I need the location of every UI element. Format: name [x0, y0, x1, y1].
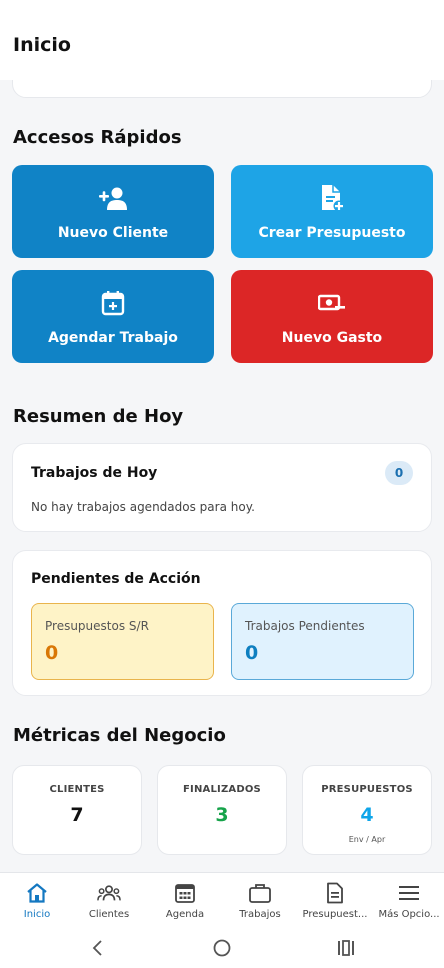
metric-finished-label: FINALIZADOS [183, 784, 261, 795]
metric-clients: CLIENTES 7 [12, 765, 142, 855]
pending-actions-card: Pendientes de Acción Presupuestos S/R 0 … [12, 550, 432, 696]
home-icon [25, 881, 49, 905]
briefcase-icon [248, 881, 272, 905]
metric-clients-label: CLIENTES [49, 784, 105, 795]
pending-jobs-box[interactable]: Trabajos Pendientes 0 [231, 603, 414, 680]
create-quote-button[interactable]: Crear Presupuesto [231, 165, 433, 258]
calendar-plus-icon [98, 288, 128, 318]
metric-quotes-value: 4 [360, 804, 374, 826]
system-nav-bar [0, 928, 444, 968]
nav-item-trabajos[interactable]: Trabajos [223, 873, 297, 929]
nav-label-mas-opciones: Más Opcio... [378, 909, 440, 920]
metric-quotes: PRESUPUESTOS 4 Env / Apr [302, 765, 432, 855]
nav-label-inicio: Inicio [23, 909, 51, 920]
calendar-icon [173, 881, 197, 905]
users-icon [97, 881, 121, 905]
nav-item-presupuestos[interactable]: Presupuest... [298, 873, 372, 929]
pending-actions-title: Pendientes de Acción [31, 571, 201, 587]
today-jobs-card: Trabajos de Hoy 0 No hay trabajos agenda… [12, 443, 432, 532]
create-quote-label: Crear Presupuesto [258, 224, 406, 241]
user-plus-icon [98, 183, 128, 213]
page-title: Inicio [13, 34, 71, 56]
pending-quotes-box[interactable]: Presupuestos S/R 0 [31, 603, 214, 680]
nav-label-clientes: Clientes [88, 909, 130, 920]
new-client-label: Nuevo Cliente [57, 224, 169, 241]
menu-icon [397, 881, 421, 905]
nav-label-trabajos: Trabajos [239, 909, 281, 920]
document-icon [323, 881, 347, 905]
partial-card [12, 80, 432, 98]
new-expense-label: Nuevo Gasto [281, 329, 383, 346]
home-circle-icon[interactable] [210, 936, 234, 960]
main-scroll[interactable]: Accesos Rápidos Nuevo Cliente Crear Pres… [0, 80, 444, 872]
nav-label-presupuestos: Presupuest... [302, 909, 368, 920]
back-icon[interactable] [86, 936, 110, 960]
bottom-nav: Inicio Clientes Agenda Trabajos Presupue… [0, 872, 444, 928]
new-expense-button[interactable]: Nuevo Gasto [231, 270, 433, 363]
top-bar: Inicio [0, 0, 444, 80]
document-plus-icon [317, 183, 347, 213]
metric-quotes-label: PRESUPUESTOS [321, 784, 413, 795]
metric-finished-value: 3 [215, 804, 229, 826]
pending-jobs-label: Trabajos Pendientes [245, 619, 365, 633]
schedule-job-label: Agendar Trabajo [48, 329, 178, 346]
today-jobs-count-badge: 0 [385, 461, 413, 485]
today-summary-title: Resumen de Hoy [13, 406, 184, 427]
quick-access-title: Accesos Rápidos [13, 127, 182, 148]
nav-item-inicio[interactable]: Inicio [0, 873, 74, 929]
nav-item-agenda[interactable]: Agenda [148, 873, 222, 929]
today-jobs-empty-text: No hay trabajos agendados para hoy. [31, 500, 255, 514]
money-minus-icon [317, 288, 347, 318]
recent-apps-icon[interactable] [334, 936, 358, 960]
pending-jobs-value: 0 [245, 642, 259, 664]
nav-label-agenda: Agenda [165, 909, 205, 920]
metric-clients-value: 7 [70, 804, 84, 826]
today-jobs-title: Trabajos de Hoy [31, 465, 158, 481]
nav-item-clientes[interactable]: Clientes [72, 873, 146, 929]
new-client-button[interactable]: Nuevo Cliente [12, 165, 214, 258]
metric-quotes-sub: Env / Apr [348, 835, 386, 844]
business-metrics-title: Métricas del Negocio [13, 725, 226, 746]
schedule-job-button[interactable]: Agendar Trabajo [12, 270, 214, 363]
metric-finished: FINALIZADOS 3 [157, 765, 287, 855]
pending-quotes-label: Presupuestos S/R [45, 619, 149, 633]
pending-quotes-value: 0 [45, 642, 59, 664]
nav-item-mas-opciones[interactable]: Más Opcio... [372, 873, 444, 929]
